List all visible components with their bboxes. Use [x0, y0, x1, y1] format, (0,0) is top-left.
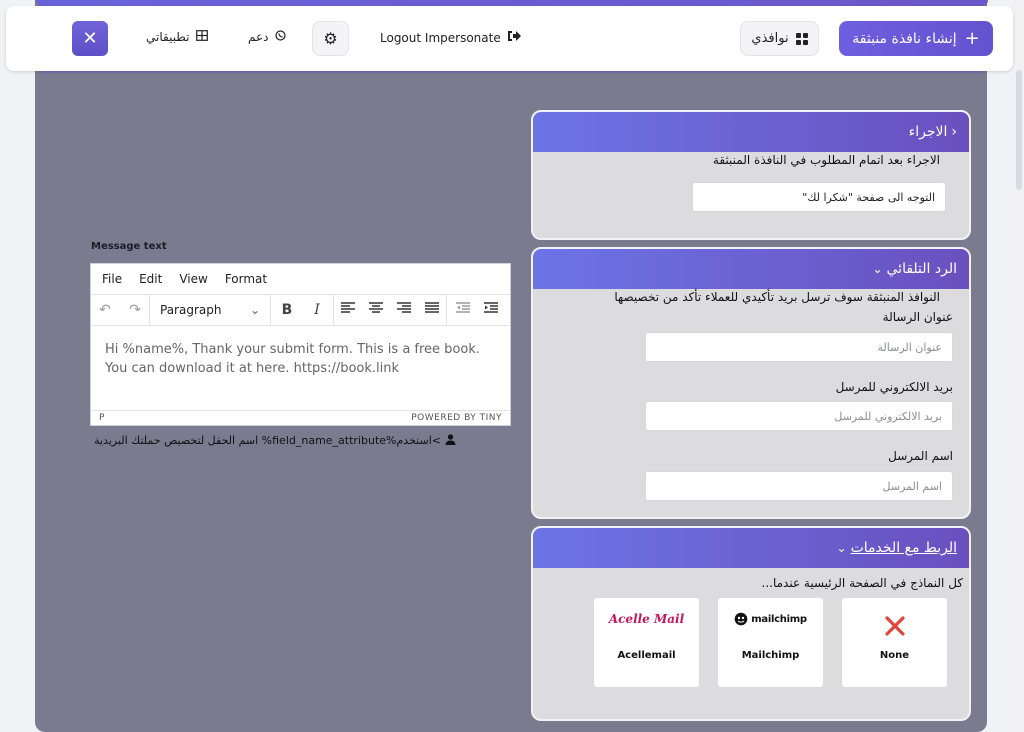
chevron-down-icon: ⌄ — [872, 262, 883, 276]
service-acellemail-label: Acellemail — [617, 650, 676, 661]
bold-icon[interactable]: B — [279, 302, 295, 318]
chevron-left-icon: ‹ — [951, 124, 957, 140]
support-link[interactable]: دعم — [248, 30, 286, 44]
menu-edit[interactable]: Edit — [139, 272, 162, 286]
block-format-value: Paragraph — [160, 303, 222, 317]
table-icon — [195, 30, 208, 44]
create-popup-button[interactable]: إنشاء نافذة منبثقة + — [839, 21, 993, 56]
align-left-icon[interactable] — [340, 302, 356, 318]
redo-icon[interactable]: ↷ — [127, 302, 143, 318]
editor-statusbar: P POWERED BY TINY — [91, 410, 510, 425]
sender-name-input[interactable]: اسم المرسل — [645, 471, 953, 501]
editor-content[interactable]: Hi %name%, Thank your submit form. This … — [91, 326, 510, 410]
outdent-icon[interactable] — [455, 302, 471, 318]
menu-format[interactable]: Format — [225, 272, 267, 286]
service-none-label: None — [879, 650, 910, 661]
align-center-icon[interactable] — [368, 302, 384, 318]
support-label: دعم — [248, 30, 269, 44]
indent-icon[interactable] — [483, 302, 499, 318]
logout-impersonate-link[interactable]: Logout Impersonate — [380, 30, 521, 45]
service-acellemail[interactable]: Acelle Mail Acellemail — [594, 598, 699, 687]
action-card-header[interactable]: ‹ الاجراء — [533, 112, 969, 152]
apps-label: تطبيقاتي — [146, 30, 190, 44]
autoresponder-card-header[interactable]: الرد التلقائي ⌄ — [533, 249, 969, 289]
create-popup-label: إنشاء نافذة منبثقة — [852, 30, 957, 47]
settings-button[interactable]: ⚙ — [312, 21, 349, 56]
sender-name-label: اسم المرسل — [888, 449, 953, 463]
my-apps-link[interactable]: تطبيقاتي — [146, 30, 208, 44]
block-format-select[interactable]: Paragraph ⌄ — [160, 303, 260, 317]
editor-toolbar: ↶ ↷ Paragraph ⌄ B I — [91, 295, 510, 326]
action-card: ‹ الاجراء — [531, 110, 971, 240]
powered-by-tiny[interactable]: POWERED BY TINY — [411, 413, 502, 423]
service-mailchimp[interactable]: mailchimp Mailchimp — [718, 598, 823, 687]
chevron-down-icon: ⌄ — [249, 303, 260, 317]
message-text-label: Message text — [91, 241, 167, 252]
x-icon — [842, 612, 947, 640]
acellemail-logo: Acelle Mail — [608, 612, 685, 626]
page-scrollbar[interactable] — [1014, 0, 1024, 732]
action-card-title: الاجراء — [908, 124, 948, 140]
my-windows-button[interactable]: نوافذي — [740, 21, 819, 56]
align-justify-icon[interactable] — [424, 302, 440, 318]
logout-label: Logout Impersonate — [380, 30, 501, 45]
integration-description: كل النماذج في الصفحة الرئيسية عندما... — [761, 576, 964, 590]
windows-label: نوافذي — [751, 31, 789, 46]
service-mailchimp-label: Mailchimp — [741, 650, 800, 661]
italic-icon[interactable]: I — [309, 302, 325, 318]
action-select[interactable]: التوجه الى صفحة "شكرا لك" — [692, 182, 946, 212]
sender-email-label: بريد الالكتروني للمرسل — [835, 380, 953, 394]
sign-out-icon — [507, 30, 521, 45]
autoresponder-description: النوافذ المنبثقة سوف ترسل بريد تأكيدي لل… — [614, 290, 940, 304]
integration-card-title: الربط مع الخدمات — [850, 540, 957, 556]
menu-view[interactable]: View — [179, 272, 207, 286]
subject-input[interactable]: عنوان الرسالة — [645, 332, 953, 362]
scrollbar-thumb[interactable] — [1016, 70, 1022, 190]
gear-icon: ⚙ — [323, 29, 338, 48]
rich-text-editor[interactable]: File Edit View Format ↶ ↷ Paragraph ⌄ B … — [90, 263, 511, 426]
element-path[interactable]: P — [99, 413, 105, 423]
autoresponder-card-title: الرد التلقائي — [886, 261, 958, 277]
grid-icon — [795, 32, 808, 45]
menu-file[interactable]: File — [102, 272, 122, 286]
field-name-help: >استخدم%field_name_attribute% اسم الحقل … — [91, 434, 456, 448]
field-help-text: >استخدم%field_name_attribute% اسم الحقل … — [94, 434, 441, 447]
undo-icon[interactable]: ↶ — [97, 302, 113, 318]
mailchimp-logo: mailchimp — [718, 612, 823, 626]
chevron-down-icon: ⌄ — [836, 541, 847, 555]
close-button[interactable]: ✕ — [72, 21, 108, 56]
plus-icon: + — [964, 28, 980, 49]
editor-menubar: File Edit View Format — [91, 264, 510, 295]
align-right-icon[interactable] — [396, 302, 412, 318]
service-none[interactable]: None — [842, 598, 947, 687]
integration-card-header[interactable]: الربط مع الخدمات ⌄ — [533, 528, 969, 568]
subject-label: عنوان الرسالة — [882, 310, 953, 324]
sender-email-input[interactable]: بريد الالكتروني للمرسل — [645, 401, 953, 431]
close-icon: ✕ — [82, 28, 98, 49]
whatsapp-icon — [274, 30, 286, 44]
user-icon — [445, 434, 456, 448]
action-description: الاجراء بعد اتمام المطلوب في النافذة الم… — [712, 153, 940, 167]
